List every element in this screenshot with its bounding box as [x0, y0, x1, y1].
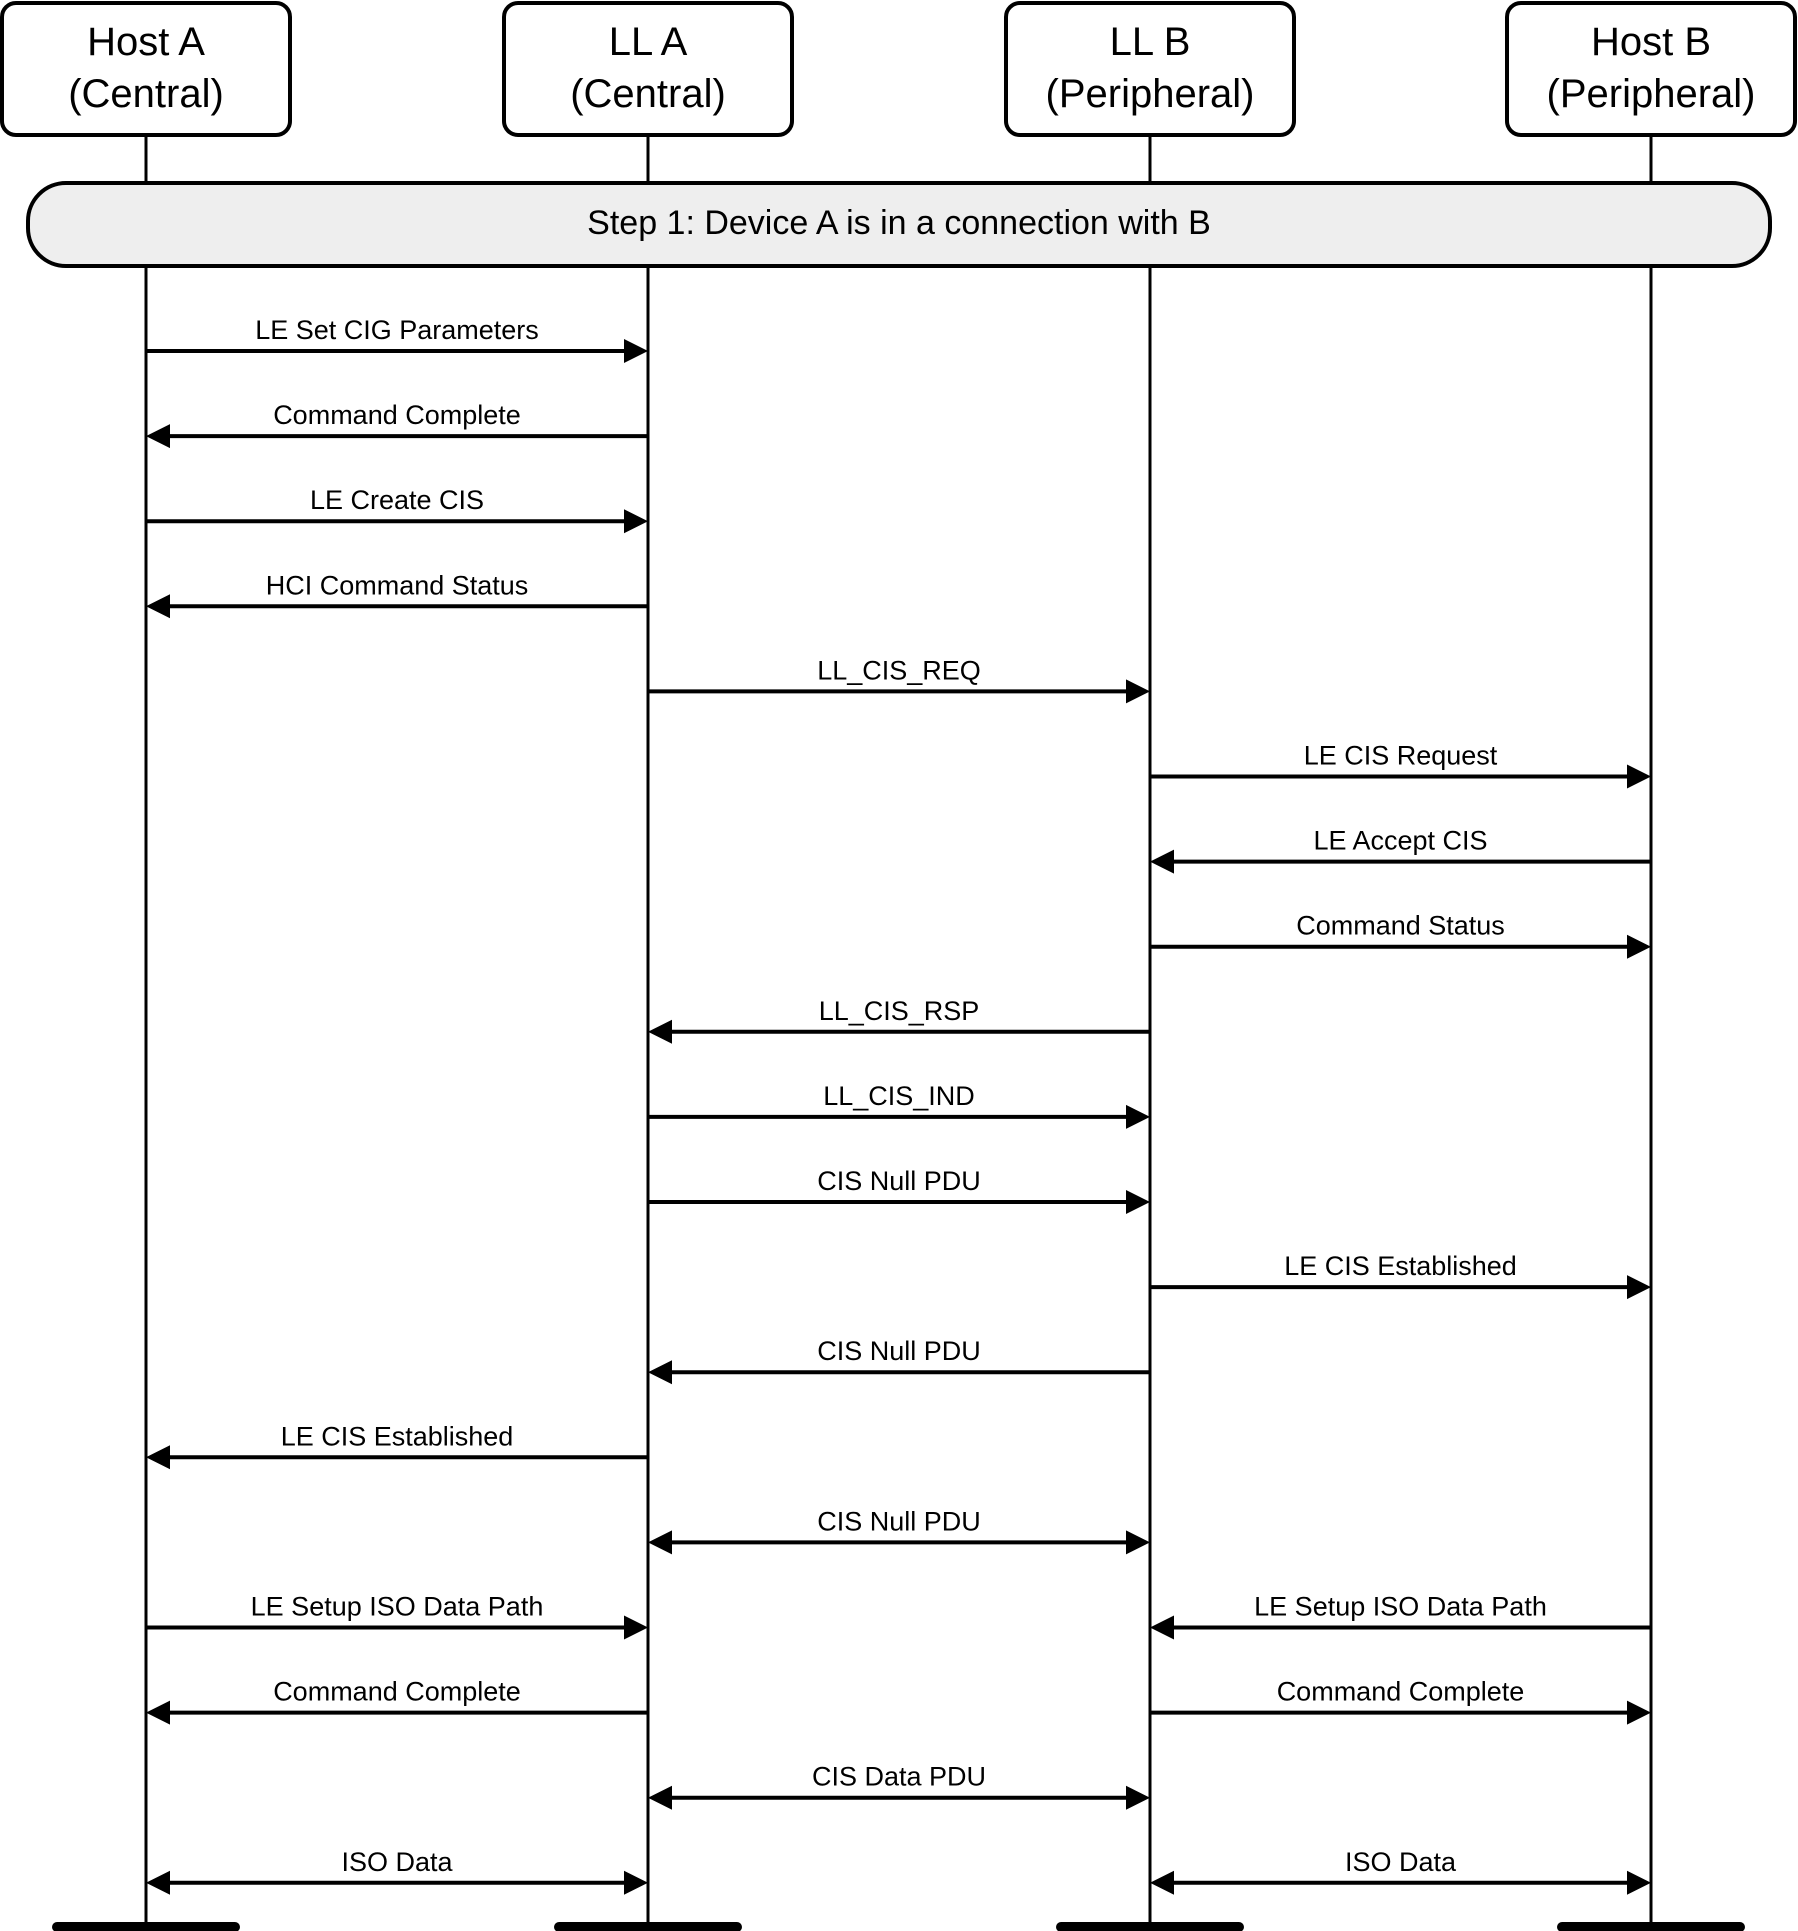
- participant-role: (Central): [68, 72, 224, 116]
- arrowhead-right-icon: [1126, 679, 1150, 704]
- messages: LE Set CIG Parameters Command Complete LE …: [146, 315, 1651, 1895]
- arrowhead-right-icon: [1627, 1700, 1651, 1725]
- message: LE Setup ISO Data Path: [146, 1592, 648, 1640]
- participant-role: (Peripheral): [1547, 72, 1756, 116]
- participant-llB: LL B (Peripheral): [1004, 1, 1296, 137]
- arrowhead-right-icon: [1126, 1530, 1150, 1555]
- participant-name: LL A: [609, 20, 688, 64]
- lifeline-end-llA: [554, 1922, 742, 1931]
- arrowhead-right-icon: [1126, 1104, 1150, 1129]
- message-label: LE Setup ISO Data Path: [251, 1592, 544, 1622]
- participant-name: Host A: [87, 20, 205, 64]
- message: LL_CIS_REQ: [648, 655, 1150, 704]
- message: HCI Command Status: [146, 570, 648, 619]
- arrowhead-right-icon: [624, 1870, 648, 1895]
- message-label: Command Complete: [273, 1677, 521, 1707]
- arrowhead-left-icon: [648, 1360, 672, 1385]
- arrowhead-left-icon: [1150, 1615, 1174, 1640]
- participant-name: Host B: [1591, 20, 1711, 64]
- message-label: CIS Null PDU: [817, 1166, 981, 1196]
- step-bar: Step 1: Device A is in a connection with…: [26, 181, 1772, 268]
- participant-role: (Central): [570, 72, 726, 116]
- message-label: LE CIS Established: [1284, 1251, 1517, 1281]
- participant-role: (Peripheral): [1046, 72, 1255, 116]
- arrowhead-left-icon: [648, 1785, 672, 1810]
- message-label: Command Complete: [1277, 1677, 1525, 1707]
- message: CIS Null PDU: [648, 1166, 1150, 1214]
- participant-llA: LL A (Central): [502, 1, 794, 137]
- arrowhead-right-icon: [624, 339, 648, 363]
- participant-hostA: Host A (Central): [0, 1, 292, 137]
- message-label: CIS Data PDU: [812, 1762, 986, 1792]
- message-label: LL_CIS_IND: [823, 1081, 975, 1111]
- message-label: LL_CIS_RSP: [819, 996, 980, 1026]
- lifeline-end-llB: [1056, 1922, 1244, 1931]
- arrowhead-right-icon: [624, 509, 648, 534]
- message-label: LE Create CIS: [310, 485, 484, 515]
- lifeline-end-hostA: [52, 1922, 240, 1931]
- arrowhead-right-icon: [1126, 1190, 1150, 1214]
- arrowhead-left-icon: [648, 1530, 672, 1555]
- message-label: LE Accept CIS: [1313, 826, 1487, 856]
- message: ISO Data: [1150, 1847, 1651, 1895]
- arrowhead-left-icon: [648, 1019, 672, 1044]
- participants: Host A (Central) LL A (Central) LL B (Periphe…: [0, 1, 1797, 137]
- arrowhead-right-icon: [1627, 1275, 1651, 1300]
- message-label: CIS Null PDU: [817, 1336, 981, 1366]
- message: LE Setup ISO Data Path: [1150, 1592, 1651, 1640]
- arrowhead-left-icon: [1150, 1870, 1174, 1895]
- message-label: Command Complete: [273, 400, 521, 430]
- message-label: LE CIS Request: [1304, 741, 1498, 771]
- arrowhead-right-icon: [1627, 764, 1651, 789]
- message: CIS Null PDU: [648, 1506, 1150, 1555]
- arrowhead-left-icon: [146, 1445, 170, 1470]
- message: Command Complete: [146, 400, 648, 449]
- message: LE CIS Established: [146, 1421, 648, 1470]
- message: LL_CIS_RSP: [648, 996, 1150, 1044]
- arrowhead-right-icon: [1126, 1785, 1150, 1810]
- arrowhead-right-icon: [1627, 1870, 1651, 1895]
- arrowhead-left-icon: [146, 424, 170, 449]
- message: LE Create CIS: [146, 485, 648, 534]
- participant-hostB: Host B (Peripheral): [1505, 1, 1797, 137]
- participant-name: LL B: [1110, 20, 1191, 64]
- message: Command Complete: [146, 1677, 648, 1725]
- message: LE CIS Request: [1150, 741, 1651, 789]
- message-label: LE Set CIG Parameters: [255, 315, 539, 345]
- message: LE Accept CIS: [1150, 826, 1651, 874]
- sequence-diagram: Host A (Central) LL A (Central) LL B (Periphe…: [0, 1, 1797, 1931]
- message: LE Set CIG Parameters: [146, 315, 648, 363]
- message-label: LE CIS Established: [281, 1421, 514, 1451]
- arrowhead-left-icon: [1150, 849, 1174, 874]
- message: CIS Data PDU: [648, 1762, 1150, 1810]
- arrowhead-left-icon: [146, 594, 170, 619]
- message-label: LE Setup ISO Data Path: [1254, 1592, 1547, 1622]
- message: Command Complete: [1150, 1677, 1651, 1725]
- message-label: ISO Data: [1345, 1847, 1457, 1877]
- message: LL_CIS_IND: [648, 1081, 1150, 1129]
- message-label: CIS Null PDU: [817, 1506, 981, 1536]
- message-label: LL_CIS_REQ: [817, 655, 981, 685]
- arrowhead-left-icon: [146, 1870, 170, 1895]
- message-label: Command Status: [1296, 911, 1505, 941]
- arrowhead-left-icon: [146, 1700, 170, 1725]
- message: ISO Data: [146, 1847, 648, 1895]
- message-label: HCI Command Status: [266, 570, 529, 600]
- arrowhead-right-icon: [1627, 934, 1651, 959]
- message: Command Status: [1150, 911, 1651, 959]
- step-label: Step 1: Device A is in a connection with…: [587, 204, 1211, 242]
- message: LE CIS Established: [1150, 1251, 1651, 1300]
- arrowhead-right-icon: [624, 1615, 648, 1640]
- lifeline-end-hostB: [1557, 1922, 1745, 1931]
- message: CIS Null PDU: [648, 1336, 1150, 1385]
- message-label: ISO Data: [341, 1847, 453, 1877]
